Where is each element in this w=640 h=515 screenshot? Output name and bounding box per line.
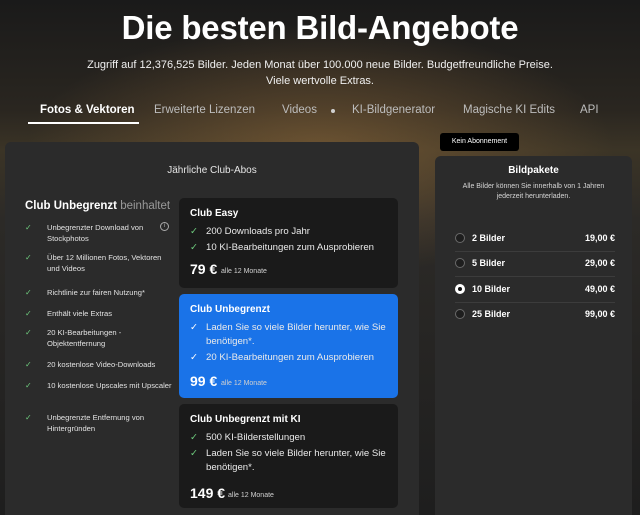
check-icon: ✓: [190, 322, 199, 333]
check-icon: ✓: [25, 413, 32, 422]
feature-text: Unbegrenzte Entfernung von Hintergründen: [47, 413, 145, 433]
plan-card-club-easy[interactable]: Club Easy ✓ 200 Downloads pro Jahr ✓ 10 …: [179, 198, 398, 288]
feature-text: Richtlinie zur fairen Nutzung*: [47, 288, 145, 297]
check-icon: ✓: [25, 288, 32, 297]
check-icon: ✓: [25, 253, 32, 262]
check-icon: ✓: [25, 309, 32, 318]
radio-button[interactable]: [455, 233, 465, 243]
check-icon: ✓: [190, 432, 199, 443]
check-icon: ✓: [25, 360, 32, 369]
pack-label: 10 Bilder: [472, 284, 511, 294]
plan-item-text: Laden Sie so viele Bilder herunter, wie …: [206, 448, 386, 473]
radio-button[interactable]: [455, 309, 465, 319]
club-panel-header: Jährliche Club-Abos: [167, 165, 257, 176]
plan-price-note: alle 12 Monate: [221, 268, 267, 275]
tab-magische-ki-edits[interactable]: Magische KI Edits: [463, 104, 555, 116]
tab-fotos-vektoren[interactable]: Fotos & Vektoren: [40, 104, 135, 116]
image-packs-panel: Bildpakete Alle Bilder können Sie innerh…: [435, 156, 632, 515]
feature-text: Unbegrenzter Download von Stockphotos: [47, 223, 144, 243]
plan-price-note: alle 12 Monate: [228, 492, 274, 499]
no-subscription-badge: Kein Abonnement: [440, 133, 519, 151]
pack-price: 29,00 €: [584, 258, 615, 268]
pack-label: 5 Bilder: [472, 258, 506, 268]
club-heading: Club Unbegrenzt beinhaltet: [25, 200, 170, 212]
packs-title: Bildpakete: [508, 165, 559, 176]
radio-button-selected[interactable]: [455, 284, 465, 294]
feature-text: Über 12 Millionen Fotos, Vektoren und Vi…: [47, 253, 162, 273]
pack-price: 99,00 €: [584, 309, 615, 319]
plan-card-club-unbegrenzt-ki[interactable]: Club Unbegrenzt mit KI ✓ 500 KI-Bilderst…: [179, 404, 398, 508]
check-icon: ✓: [190, 242, 199, 253]
pack-option-10[interactable]: 10 Bilder 49,00 €: [455, 283, 615, 297]
tab-ki-bildgenerator[interactable]: KI-Bildgenerator: [352, 104, 435, 116]
pack-option-25[interactable]: 25 Bilder 99,00 €: [455, 308, 615, 322]
pack-price: 49,00 €: [584, 284, 615, 294]
tab-videos[interactable]: Videos: [282, 104, 317, 116]
pack-option-5[interactable]: 5 Bilder 29,00 €: [455, 257, 615, 271]
feature-text: 20 KI-Bearbeitungen - Objektentfernung: [47, 328, 122, 348]
active-tab-underline: [28, 122, 139, 124]
check-icon: ✓: [25, 328, 32, 337]
radio-button[interactable]: [455, 258, 465, 268]
plan-item-text: 10 KI-Bearbeitungen zum Ausprobieren: [206, 242, 374, 253]
tab-api[interactable]: API: [580, 104, 599, 116]
plan-item-text: 20 KI-Bearbeitungen zum Ausprobieren: [206, 352, 374, 363]
tab-separator-dot: [331, 109, 335, 113]
feature-text: 20 kostenlose Video-Downloads: [47, 360, 156, 369]
check-icon: ✓: [190, 352, 199, 363]
check-icon: ✓: [190, 448, 199, 459]
feature-text: 10 kostenlose Upscales mit Upscaler: [47, 381, 172, 390]
club-subscriptions-panel: Jährliche Club-Abos Club Unbegrenzt bein…: [5, 142, 419, 515]
divider: [455, 251, 615, 252]
check-icon: ✓: [190, 226, 199, 237]
plan-price: 99 €: [190, 373, 218, 389]
plan-title: Club Easy: [190, 208, 239, 219]
plan-price-note: alle 12 Monate: [221, 380, 267, 387]
plan-card-club-unbegrenzt[interactable]: Club Unbegrenzt ✓ Laden Sie so viele Bil…: [179, 294, 398, 398]
club-heading-suffix: beinhaltet: [120, 200, 171, 212]
divider: [455, 276, 615, 277]
page-title: Die besten Bild-Angebote: [121, 9, 519, 46]
pack-label: 25 Bilder: [472, 309, 511, 319]
club-heading-name: Club Unbegrenzt: [25, 200, 117, 212]
packs-subtitle: Alle Bilder können Sie innerhalb von 1 J…: [462, 183, 605, 200]
page-subtitle: Zugriff auf 12,376,525 Bilder. Jeden Mon…: [87, 59, 553, 87]
info-icon[interactable]: i: [160, 222, 169, 231]
plan-item-text: 200 Downloads pro Jahr: [206, 226, 310, 237]
divider: [455, 302, 615, 303]
category-tabs: Fotos & Vektoren Erweiterte Lizenzen Vid…: [0, 104, 640, 128]
tab-erweiterte-lizenzen[interactable]: Erweiterte Lizenzen: [154, 104, 255, 116]
check-icon: ✓: [25, 381, 32, 390]
pack-price: 19,00 €: [584, 233, 615, 243]
pack-option-2[interactable]: 2 Bilder 19,00 €: [455, 232, 615, 246]
plan-item-text: 500 KI-Bilderstellungen: [206, 432, 306, 443]
plan-price: 79 €: [190, 261, 218, 277]
pack-label: 2 Bilder: [472, 233, 506, 243]
check-icon: ✓: [25, 223, 32, 232]
plan-title: Club Unbegrenzt mit KI: [190, 414, 301, 425]
plan-price: 149 €: [190, 485, 226, 501]
plan-title: Club Unbegrenzt: [190, 304, 270, 315]
feature-text: Enthält viele Extras: [47, 309, 112, 318]
plan-item-text: Laden Sie so viele Bilder herunter, wie …: [206, 322, 386, 347]
